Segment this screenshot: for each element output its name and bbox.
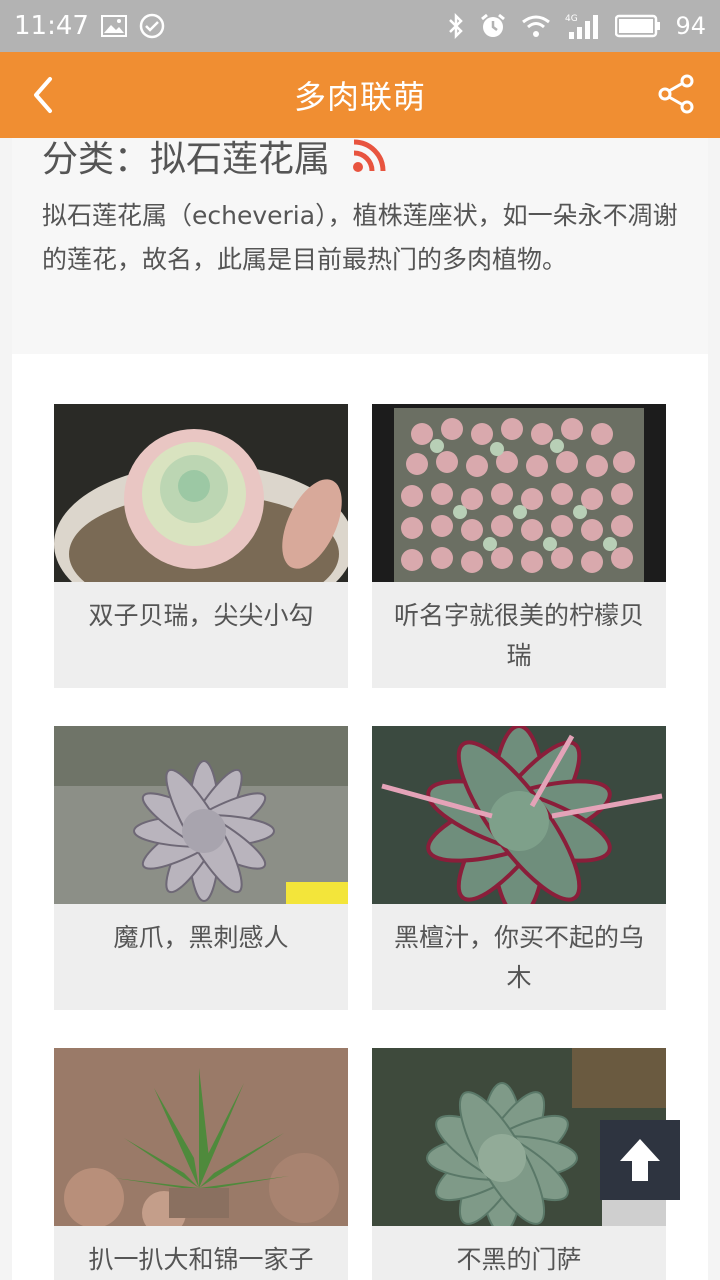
article-caption[interactable]: 魔爪，黑刺感人 (64, 918, 338, 958)
article-card[interactable]: 听名字就很美的柠檬贝瑞 (372, 404, 666, 688)
bluetooth-icon (447, 12, 465, 40)
content-area[interactable]: 分类：拟石莲花属 拟石莲花属（echeveria），植株莲座状，如一朵永不凋谢的… (12, 138, 708, 1280)
category-title-row: 分类：拟石莲花属 (42, 138, 386, 182)
article-card[interactable]: 魔爪，黑刺感人 (54, 726, 348, 1010)
article-card[interactable]: 黑檀汁，你买不起的乌木 (372, 726, 666, 1010)
article-thumbnail[interactable] (54, 726, 348, 904)
arrow-up-icon (620, 1139, 660, 1181)
alarm-icon (479, 12, 507, 40)
status-bar: 11:47 4G 94 (0, 0, 720, 52)
scroll-to-top-button[interactable] (600, 1120, 680, 1200)
article-thumbnail[interactable] (54, 404, 348, 582)
signal-icon: 4G (565, 12, 601, 40)
network-type: 4G (565, 14, 578, 24)
article-caption[interactable]: 黑檀汁，你买不起的乌木 (382, 918, 656, 998)
share-icon (658, 74, 694, 114)
article-card[interactable]: 双子贝瑞，尖尖小勾 (54, 404, 348, 688)
image-icon (100, 15, 127, 37)
app-title: 多肉联萌 (293, 78, 426, 116)
check-circle-icon (139, 13, 165, 39)
chevron-left-icon (34, 77, 52, 113)
article-caption[interactable]: 不黑的门萨 (382, 1240, 656, 1280)
article-caption[interactable]: 扒一扒大和锦一家子 (64, 1240, 338, 1280)
article-thumbnail[interactable] (372, 404, 666, 582)
category-description: 拟石莲花属（echeveria），植株莲座状，如一朵永不凋谢的莲花，故名，此属是… (42, 201, 678, 274)
battery-level: 94 (675, 12, 706, 40)
rss-icon[interactable] (352, 139, 386, 173)
share-button[interactable] (654, 72, 698, 116)
status-time: 11:47 (14, 11, 89, 41)
article-caption[interactable]: 双子贝瑞，尖尖小勾 (64, 596, 338, 636)
app-bar: 多肉联萌 (0, 52, 720, 138)
wifi-icon (521, 14, 551, 38)
battery-icon (615, 14, 661, 38)
article-caption[interactable]: 听名字就很美的柠檬贝瑞 (382, 596, 656, 676)
back-button[interactable] (22, 74, 64, 116)
article-thumbnail[interactable] (54, 1048, 348, 1226)
article-card[interactable]: 扒一扒大和锦一家子 (54, 1048, 348, 1280)
category-title: 分类：拟石莲花属 (42, 139, 331, 180)
category-header: 分类：拟石莲花属 拟石莲花属（echeveria），植株莲座状，如一朵永不凋谢的… (12, 138, 708, 354)
article-thumbnail[interactable] (372, 726, 666, 904)
